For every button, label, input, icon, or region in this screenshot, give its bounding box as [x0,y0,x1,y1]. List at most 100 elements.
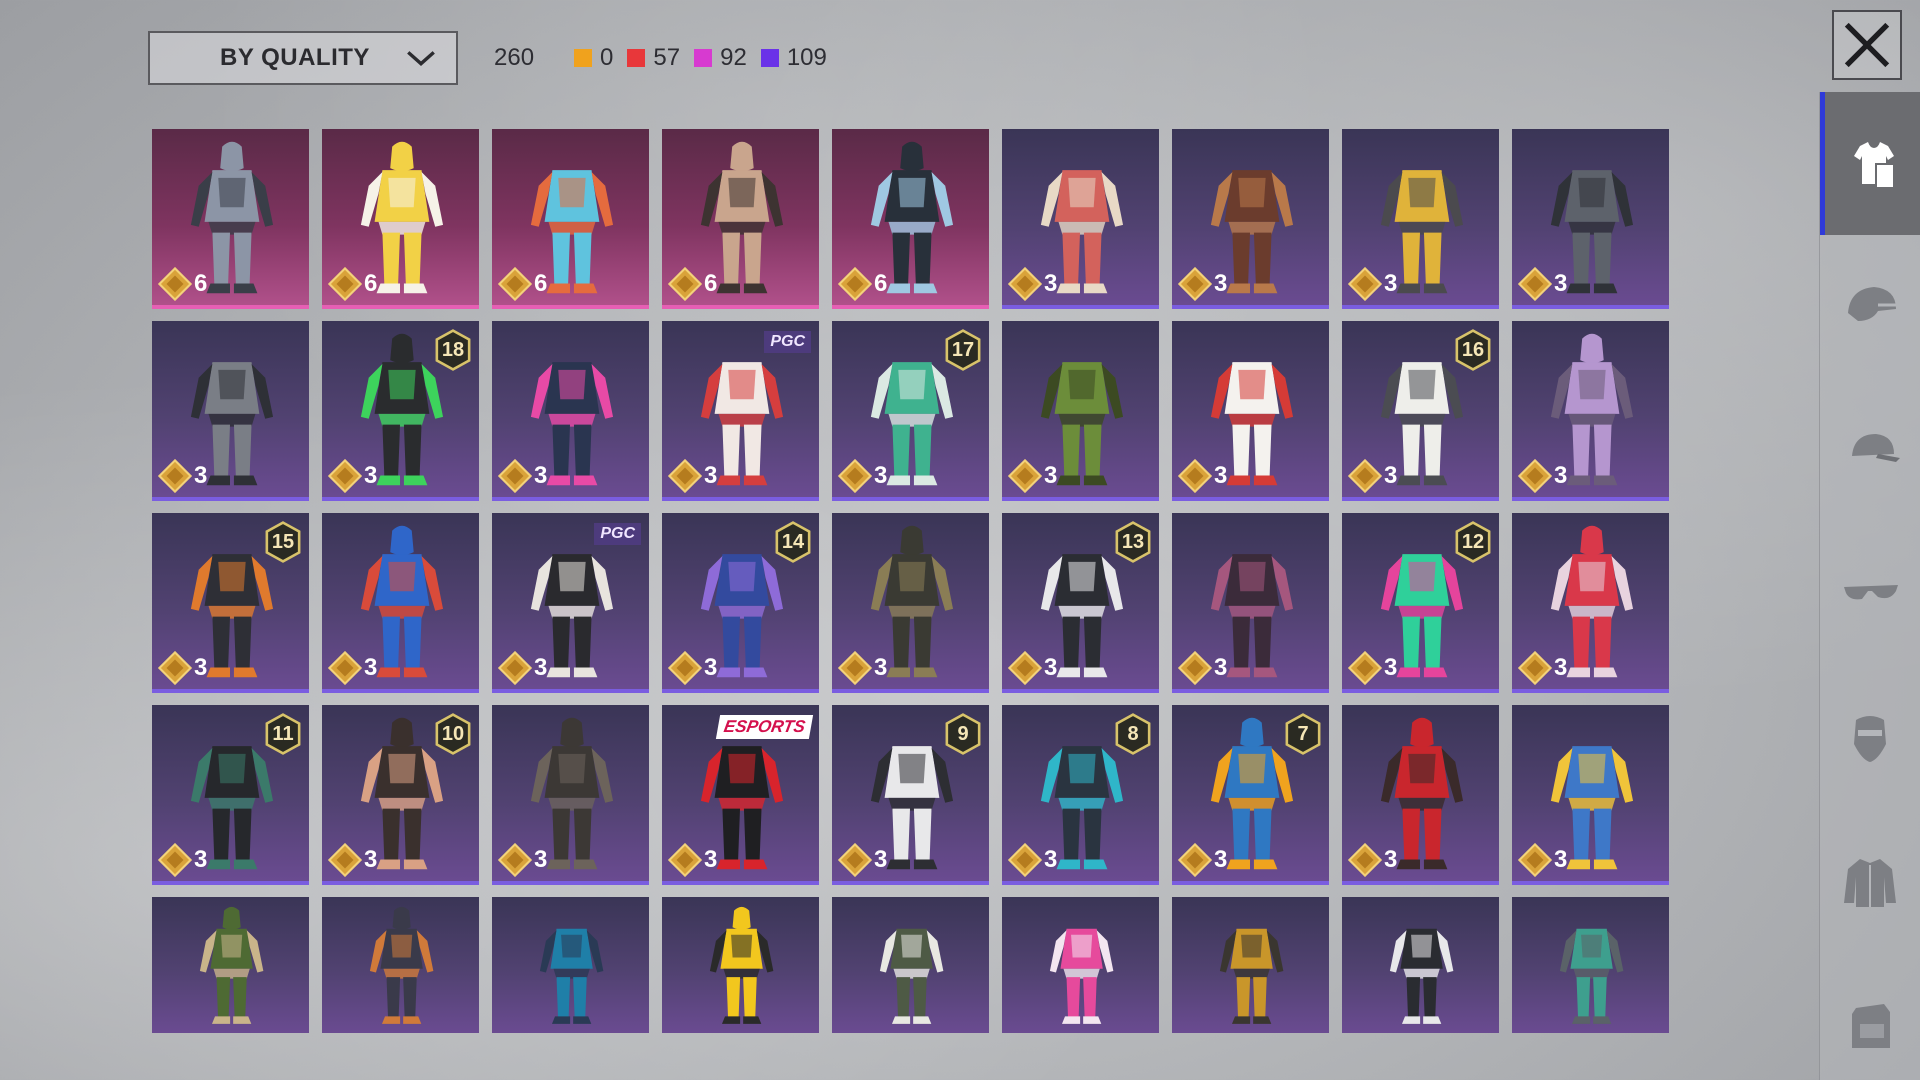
outfit-card[interactable]: 39 [832,705,989,885]
sidebar-item-backpack[interactable] [1820,950,1920,1080]
cost-value: 3 [534,846,548,873]
outfit-card[interactable]: 3 17 [832,321,989,501]
outfit-card[interactable]: 3 [1342,129,1499,309]
outfit-card[interactable]: 6 [662,129,819,309]
cost-label: 3 [158,843,207,877]
outfit-card[interactable]: 3 [1512,129,1669,309]
outfit-card[interactable] [662,897,819,1033]
outfit-card[interactable]: 3 ESPORTS [662,705,819,885]
outfit-card[interactable]: 6 [322,129,479,309]
cost-value: 6 [194,270,208,297]
outfit-card[interactable] [1512,897,1669,1033]
outfit-card[interactable]: 3 [1172,513,1329,693]
outfit-card[interactable]: 3 [1512,705,1669,885]
coin-icon [1008,267,1042,301]
outfit-card[interactable]: 37 [1172,705,1329,885]
outfit-card[interactable]: 3 13 [1002,513,1159,693]
cost-value: 3 [704,462,718,489]
outfit-card[interactable]: 3 18 [322,321,479,501]
outfit-card[interactable]: 3 [1512,513,1669,693]
outfit-card[interactable] [1342,897,1499,1033]
sidebar-item-jacket[interactable] [1820,807,1920,950]
close-icon [1844,22,1890,68]
level-badge: 10 [433,713,473,755]
coin-icon [498,459,532,493]
outfit-card[interactable]: 6 [492,129,649,309]
sidebar-item-mask[interactable] [1820,664,1920,807]
level-badge: 15 [263,521,303,563]
outfit-card[interactable]: 3 [322,513,479,693]
cost-label: 6 [838,267,887,301]
coin-icon [1178,843,1212,877]
cost-label: 3 [1348,843,1397,877]
level-badge-value: 7 [1297,722,1309,745]
outfit-card[interactable]: 3 PGC [492,513,649,693]
cost-value: 3 [364,846,378,873]
coin-icon [1348,459,1382,493]
cost-label: 3 [838,651,887,685]
outfit-card[interactable]: 3 PGC [662,321,819,501]
outfit-card[interactable]: 3 11 [152,705,309,885]
outfit-card[interactable]: 3 [1172,129,1329,309]
coin-icon [1518,267,1552,301]
outfit-card[interactable]: 3 12 [1342,513,1499,693]
count-pink: 92 [694,44,747,72]
purple-swatch-icon [760,49,779,67]
outfit-card[interactable]: 3 [832,513,989,693]
outfit-card[interactable] [832,897,989,1033]
outfit-card[interactable]: 3 [492,705,649,885]
outfit-card[interactable]: 3 [152,321,309,501]
cost-value: 3 [1214,846,1228,873]
cost-label: 3 [1178,459,1227,493]
cost-value: 3 [364,654,378,681]
sidebar-item-glasses[interactable] [1820,521,1920,664]
cost-label: 3 [1348,267,1397,301]
cost-label: 6 [498,267,547,301]
sidebar-item-outfit[interactable] [1820,92,1920,235]
cost-value: 6 [364,270,378,297]
outfit-card[interactable]: 3 [1512,321,1669,501]
category-sidebar [1819,92,1920,1080]
outfit-card[interactable]: 3 16 [1342,321,1499,501]
sidebar-item-helmet[interactable] [1820,235,1920,378]
level-badge-value: 8 [1127,722,1139,745]
outfit-card[interactable]: 3 [1172,321,1329,501]
coin-icon [668,459,702,493]
outfit-card[interactable]: 3 [1002,129,1159,309]
cost-value: 3 [704,846,718,873]
coin-icon [1178,267,1212,301]
outfit-card[interactable]: 3 10 [322,705,479,885]
sort-dropdown[interactable]: BY QUALITY [148,31,458,85]
outfit-icon [1854,141,1895,189]
level-badge: 17 [943,329,983,371]
outfit-card[interactable]: 6 [152,129,309,309]
level-badge-value: 10 [441,722,465,745]
cost-value: 3 [194,846,208,873]
cost-value: 6 [534,270,548,297]
coin-icon [328,459,362,493]
cost-label: 3 [1178,651,1227,685]
coin-icon [1518,651,1552,685]
outfit-card[interactable]: 3 [1342,705,1499,885]
outfit-card[interactable] [1172,897,1329,1033]
cost-value: 3 [1044,846,1058,873]
level-badge: 9 [943,713,983,755]
cost-value: 3 [534,654,548,681]
outfit-card[interactable] [492,897,649,1033]
outfit-card[interactable] [152,897,309,1033]
outfit-card[interactable]: 3 [1002,321,1159,501]
outfit-card[interactable]: 3 15 [152,513,309,693]
close-button[interactable] [1832,10,1902,80]
outfit-card[interactable]: 3 [492,321,649,501]
cost-label: 3 [838,843,887,877]
glasses-icon [1844,584,1898,599]
outfit-card[interactable] [1002,897,1159,1033]
cost-value: 3 [534,462,548,489]
sidebar-item-cap[interactable] [1820,378,1920,521]
level-badge: 16 [1453,329,1493,371]
outfit-card[interactable]: 6 [832,129,989,309]
outfit-card[interactable]: 3 14 [662,513,819,693]
outfit-card[interactable]: 38 [1002,705,1159,885]
cap-icon [1852,433,1900,462]
outfit-card[interactable] [322,897,479,1033]
